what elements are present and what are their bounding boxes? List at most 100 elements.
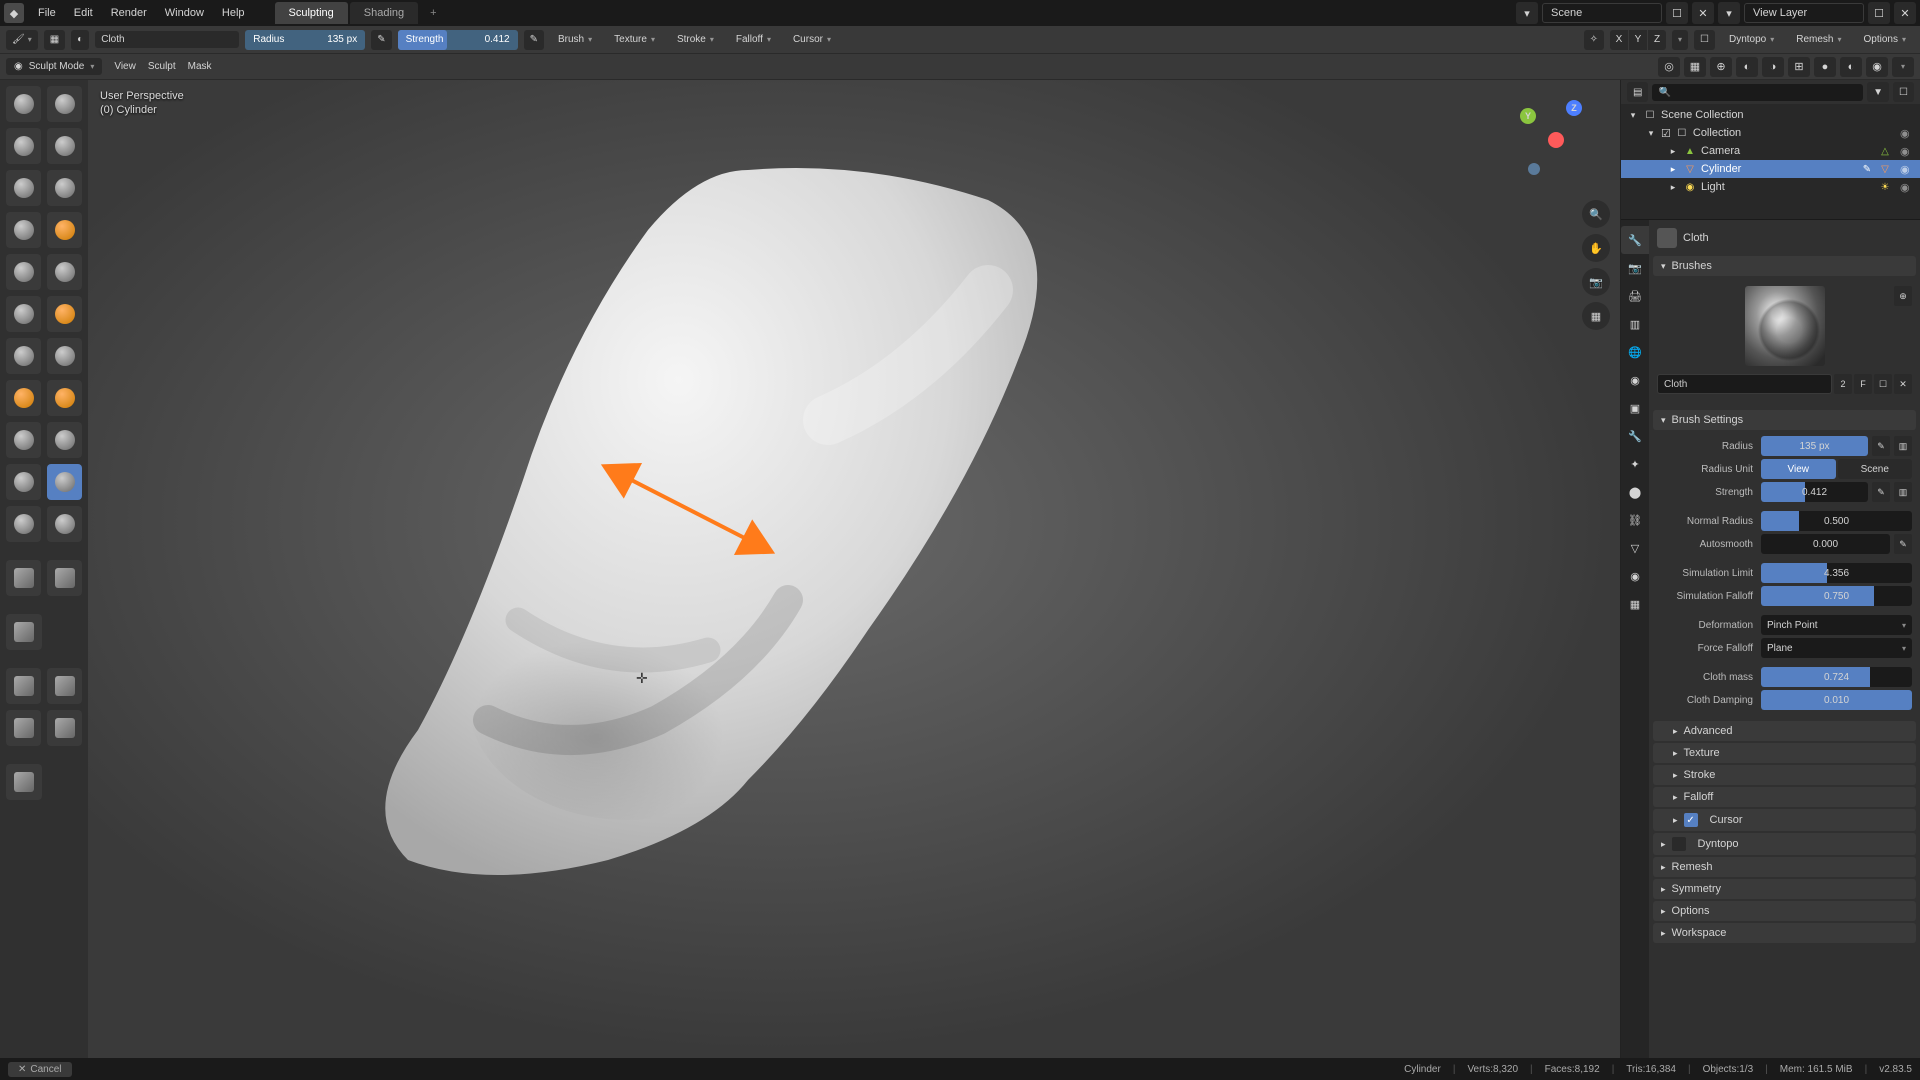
outliner-scene-collection[interactable]: ▾☐Scene Collection — [1621, 106, 1920, 124]
workspace-tab-add[interactable]: + — [420, 2, 446, 24]
camera-icon[interactable]: 📷 — [1582, 268, 1610, 296]
brush-pin-button[interactable]: ⊕ — [1894, 286, 1912, 306]
prop-tab-material[interactable]: ◉ — [1621, 562, 1649, 590]
tool-rotate-brush[interactable] — [6, 560, 41, 596]
scene-new-button[interactable]: ☐ — [1666, 2, 1688, 24]
dyntopo-dropdown[interactable]: Dyntopo▾ — [1721, 31, 1782, 48]
outliner-item-cylinder[interactable]: ▸▽Cylinder✎▽◉ — [1621, 160, 1920, 178]
cursor-dropdown[interactable]: Cursor▾ — [785, 31, 839, 48]
outliner-filter-button[interactable]: ▼ — [1867, 82, 1889, 102]
normal-radius-field[interactable]: 0.500 — [1761, 511, 1912, 531]
panel-brushes[interactable]: ▾Brushes — [1653, 256, 1916, 276]
cloth-mass-field[interactable]: 0.724 — [1761, 667, 1912, 687]
outliner-item-light[interactable]: ▸◉Light☀◉ — [1621, 178, 1920, 196]
tool-layer[interactable] — [47, 170, 82, 206]
tool-slide-relax[interactable] — [47, 560, 82, 596]
sim-falloff-field[interactable]: 0.750 — [1761, 586, 1912, 606]
brush-fake-user[interactable]: F — [1854, 374, 1872, 394]
brush-menu-button[interactable]: 🖌▾ — [6, 30, 38, 50]
layer-delete-button[interactable]: ✕ — [1894, 2, 1916, 24]
scene-browse-button[interactable]: ▾ — [1516, 2, 1538, 24]
workspace-tab-shading[interactable]: Shading — [350, 2, 418, 24]
gizmo-axis-neg[interactable] — [1528, 163, 1540, 175]
cloth-damping-field[interactable]: 0.010 — [1761, 690, 1912, 710]
panel-stroke[interactable]: ▸Stroke — [1653, 765, 1916, 785]
prop-tab-view-layer[interactable]: ▥ — [1621, 310, 1649, 338]
symmetry-x[interactable]: X — [1610, 30, 1628, 50]
texture-dropdown[interactable]: Texture▾ — [606, 31, 663, 48]
prop-tab-world[interactable]: ◉ — [1621, 366, 1649, 394]
panel-falloff[interactable]: ▸Falloff — [1653, 787, 1916, 807]
outliner-collection[interactable]: ▾☑☐Collection◉ — [1621, 124, 1920, 142]
prop-tab-tool[interactable]: 🔧 — [1621, 226, 1649, 254]
active-brush-name[interactable] — [95, 31, 239, 48]
prop-tab-modifiers[interactable]: 🔧 — [1621, 422, 1649, 450]
tool-nudge[interactable] — [47, 506, 82, 542]
brush-preview-thumb[interactable] — [1745, 286, 1825, 366]
remesh-dropdown[interactable]: Remesh▾ — [1788, 31, 1849, 48]
zoom-icon[interactable]: 🔍 — [1582, 200, 1610, 228]
radius-unit-view[interactable]: View — [1761, 459, 1836, 479]
prop-tab-scene[interactable]: 🌐 — [1621, 338, 1649, 366]
brush-users[interactable]: 2 — [1834, 374, 1852, 394]
panel-options[interactable]: ▸Options — [1653, 901, 1916, 921]
radius-pressure[interactable]: ✎ — [1872, 436, 1890, 456]
texture-menu-button[interactable]: ▦ — [44, 30, 65, 50]
perspective-toggle-icon[interactable]: ▦ — [1582, 302, 1610, 330]
view-camera-icon[interactable]: ▦ — [1684, 57, 1706, 77]
autosmooth-pressure[interactable]: ✎ — [1894, 534, 1912, 554]
gizmo-axis-x[interactable] — [1548, 132, 1564, 148]
navigation-gizmo[interactable]: Z Y — [1520, 100, 1600, 180]
tool-transform[interactable] — [47, 668, 82, 704]
strength-pressure[interactable]: ✎ — [1872, 482, 1890, 502]
view-selected-icon[interactable]: ◎ — [1658, 57, 1680, 77]
falloff-dropdown[interactable]: Falloff▾ — [728, 31, 779, 48]
mask-menu[interactable]: Mask — [188, 61, 212, 72]
symmetry-z[interactable]: Z — [1648, 30, 1666, 50]
gizmo-axis-z[interactable]: Z — [1566, 100, 1582, 116]
viewport-3d[interactable]: User Perspective (0) Cylinder — [88, 80, 1620, 1058]
gizmo-toggle-icon[interactable]: ⊕ — [1710, 57, 1732, 77]
strength-field[interactable]: 0.412 — [1761, 482, 1868, 502]
panel-workspace[interactable]: ▸Workspace — [1653, 923, 1916, 943]
prop-tab-particles[interactable]: ✦ — [1621, 450, 1649, 478]
mode-selector[interactable]: ◉ Sculpt Mode▾ — [6, 58, 102, 75]
tool-box-hide[interactable] — [47, 710, 82, 746]
tool-grab[interactable] — [47, 380, 82, 416]
tool-simplify[interactable] — [6, 614, 42, 650]
shading-options-icon[interactable]: ▾ — [1892, 57, 1914, 77]
outliner-search[interactable] — [1652, 84, 1863, 101]
panel-brush-settings[interactable]: ▾Brush Settings — [1653, 410, 1916, 430]
tool-elastic[interactable] — [6, 422, 41, 458]
menu-edit[interactable]: Edit — [66, 3, 101, 23]
dyntopo-checkbox[interactable]: ☐ — [1694, 30, 1715, 50]
brush-name-input[interactable] — [1657, 374, 1832, 394]
scene-delete-button[interactable]: ✕ — [1692, 2, 1714, 24]
prop-tab-constraints[interactable]: ⛓ — [1621, 506, 1649, 534]
menu-file[interactable]: File — [30, 3, 64, 23]
dyntopo-checkbox-panel[interactable] — [1672, 837, 1686, 851]
panel-dyntopo[interactable]: ▸Dyntopo — [1653, 833, 1916, 855]
prop-tab-render[interactable]: 📷 — [1621, 254, 1649, 282]
prop-tab-object[interactable]: ▣ — [1621, 394, 1649, 422]
stroke-dropdown[interactable]: Stroke▾ — [669, 31, 722, 48]
shading-rendered-icon[interactable]: ◉ — [1866, 57, 1888, 77]
cancel-button[interactable]: ✕ Cancel — [8, 1062, 72, 1077]
radius-unified[interactable]: ▥ — [1894, 436, 1912, 456]
panel-symmetry[interactable]: ▸Symmetry — [1653, 879, 1916, 899]
symmetry-y[interactable]: Y — [1629, 30, 1647, 50]
tool-snake-hook[interactable] — [47, 422, 82, 458]
shading-solid-icon[interactable]: ● — [1814, 57, 1836, 77]
tool-draw[interactable] — [6, 86, 41, 122]
tool-clay-strips[interactable] — [47, 128, 82, 164]
tool-clay-thumb[interactable] — [6, 170, 41, 206]
brush-dropdown[interactable]: Brush▾ — [550, 31, 600, 48]
tool-smooth[interactable] — [47, 254, 82, 290]
prop-tab-physics[interactable]: ⬤ — [1621, 478, 1649, 506]
tool-move[interactable] — [6, 668, 41, 704]
tool-blob[interactable] — [47, 212, 82, 248]
prop-tab-texture[interactable]: ▦ — [1621, 590, 1649, 618]
outliner-display-mode[interactable]: ▤ — [1627, 82, 1648, 102]
radius-unit-scene[interactable]: Scene — [1838, 459, 1913, 479]
tool-clay[interactable] — [6, 128, 41, 164]
